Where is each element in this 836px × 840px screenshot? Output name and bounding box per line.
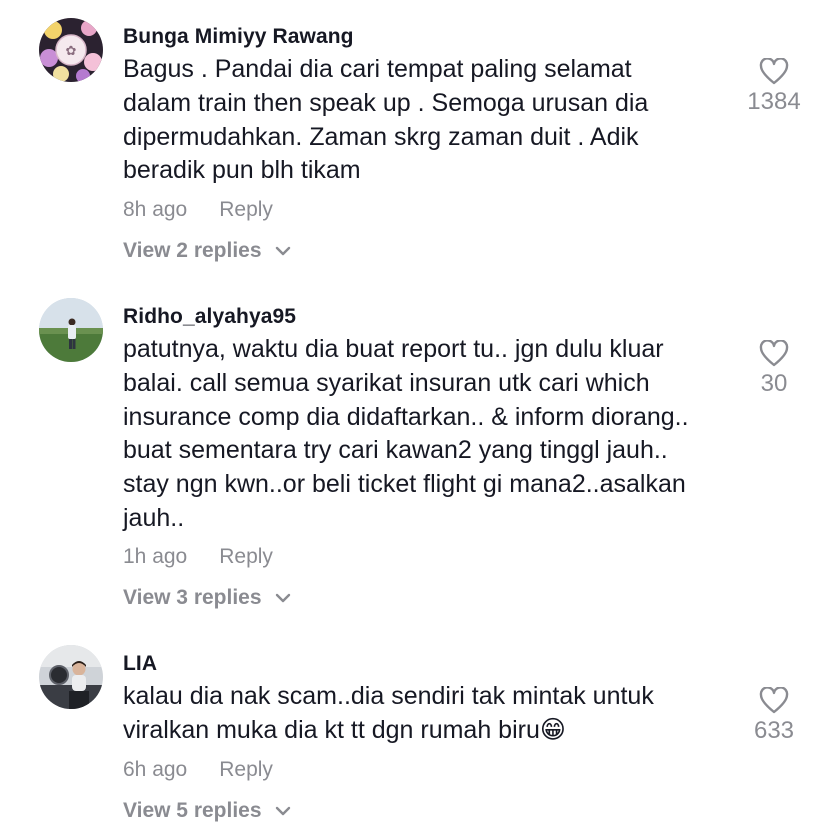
like-control[interactable]: 633 xyxy=(734,687,814,745)
chevron-down-icon xyxy=(276,807,291,816)
comment-username[interactable]: Bunga Mimiyy Rawang xyxy=(123,25,354,49)
reply-button[interactable]: Reply xyxy=(219,758,273,782)
view-replies-label: View 2 replies xyxy=(123,239,262,262)
like-count: 1384 xyxy=(747,88,801,115)
view-replies-button[interactable]: View 3 replies xyxy=(123,586,291,610)
avatar[interactable] xyxy=(39,645,103,709)
heart-outline-icon[interactable] xyxy=(759,340,789,368)
comment-text: kalau dia nak scam..dia sendiri tak mint… xyxy=(123,682,654,744)
comment-username[interactable]: Ridho_alyahya95 xyxy=(123,305,296,329)
like-count: 30 xyxy=(760,370,788,397)
like-control[interactable]: 1384 xyxy=(734,58,814,116)
avatar[interactable]: ✿ xyxy=(39,18,103,82)
chevron-down-icon xyxy=(276,594,291,603)
comment-timestamp: 1h ago xyxy=(123,545,188,568)
comment-meta: 8h ago Reply xyxy=(123,198,273,222)
reply-button[interactable]: Reply xyxy=(219,198,273,222)
comment-item: Ridho_alyahya95 patutnya, waktu dia buat… xyxy=(0,280,836,625)
chevron-down-icon xyxy=(276,247,291,256)
svg-text:✿: ✿ xyxy=(66,44,77,59)
comment-text: patutnya, waktu dia buat report tu.. jgn… xyxy=(123,335,689,532)
comment-timestamp: 6h ago xyxy=(123,758,188,781)
comment-text: Bagus . Pandai dia cari tempat paling se… xyxy=(123,55,649,185)
like-control[interactable]: 30 xyxy=(734,340,814,398)
view-replies-label: View 3 replies xyxy=(123,586,262,609)
comment-meta: 1h ago Reply xyxy=(123,545,273,569)
comment-meta: 6h ago Reply xyxy=(123,758,273,782)
view-replies-button[interactable]: View 2 replies xyxy=(123,239,291,263)
reply-button[interactable]: Reply xyxy=(219,545,273,569)
comment-timestamp: 8h ago xyxy=(123,198,188,221)
comment-username[interactable]: LIA xyxy=(123,652,157,676)
heart-outline-icon[interactable] xyxy=(759,687,789,715)
view-replies-label: View 5 replies xyxy=(123,799,262,822)
view-replies-button[interactable]: View 5 replies xyxy=(123,799,291,823)
heart-outline-icon[interactable] xyxy=(759,58,789,86)
comment-item: LIA kalau dia nak scam..dia sendiri tak … xyxy=(0,627,836,840)
comment-item: ✿ Bunga Mimiyy Rawang Bagus . Pandai dia… xyxy=(0,0,836,280)
avatar[interactable] xyxy=(39,298,103,362)
like-count: 633 xyxy=(753,717,795,744)
